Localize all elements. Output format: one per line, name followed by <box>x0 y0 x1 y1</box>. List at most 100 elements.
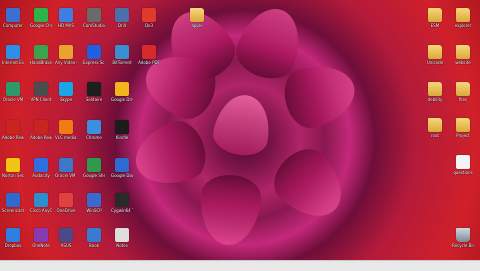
desktop-icon[interactable]: Oracle VM <box>2 82 24 102</box>
desktop-icon-label: VLC media player <box>55 135 77 140</box>
desktop-icon[interactable]: Adobe PDF <box>138 45 160 65</box>
desktop-icon-label: CamStudio Recorder <box>83 23 105 28</box>
desktop-icon-label: Computer <box>3 23 23 28</box>
app-icon <box>6 8 20 22</box>
desktop-icon-label: Any Video Converter <box>55 60 77 65</box>
desktop-icon[interactable]: OneNote <box>30 228 52 248</box>
folder-icon <box>428 118 442 132</box>
desktop-icon[interactable]: Google Drive <box>111 82 133 102</box>
app-icon <box>87 8 101 22</box>
desktop-icon[interactable]: Cisco AnyConnect <box>30 193 52 213</box>
desktop-icon-label: Screencast Desktop <box>2 208 24 213</box>
flower-petal <box>197 172 263 248</box>
desktop-icon[interactable]: Notes <box>111 228 133 248</box>
app-icon <box>59 158 73 172</box>
desktop-icon[interactable]: Chrome <box>83 120 105 140</box>
app-icon <box>34 193 48 207</box>
app-icon <box>6 158 20 172</box>
desktop-icon[interactable]: Internet Explorer <box>2 45 24 65</box>
app-icon <box>59 45 73 59</box>
folder-icon <box>456 118 470 132</box>
desktop-icon[interactable]: HandBrake YouTube <box>30 45 52 65</box>
desktop-icon[interactable]: Dropbox <box>2 228 24 248</box>
app-icon <box>87 193 101 207</box>
recycle-bin-icon <box>456 228 470 242</box>
desktop-icon-label: Kindle <box>115 135 129 140</box>
desktop-icon-label: WinSCP <box>86 208 102 213</box>
desktop-icon[interactable]: Unicode <box>424 45 446 65</box>
desktop-icon[interactable]: Do3 <box>138 8 160 28</box>
desktop-icon[interactable]: apple <box>186 8 208 28</box>
desktop-icon[interactable]: files <box>452 82 474 102</box>
app-icon <box>6 120 20 134</box>
app-icon <box>34 45 48 59</box>
desktop-icon[interactable]: root <box>424 118 446 138</box>
desktop-icon[interactable]: Computer <box>2 8 24 28</box>
taskbar <box>0 260 480 271</box>
desktop-icon[interactable]: Express Scribe <box>83 45 105 65</box>
desktop-icon[interactable]: Drill <box>111 8 133 28</box>
app-icon <box>6 45 20 59</box>
desktop-icon[interactable]: Google Sheets <box>83 158 105 178</box>
desktop-icon[interactable]: debility <box>424 82 446 102</box>
app-icon <box>87 82 101 96</box>
app-icon <box>34 120 48 134</box>
desktop-icon-label: Chrome <box>86 135 102 140</box>
desktop-icon-label: Recycle Bin <box>452 243 474 248</box>
desktop-icon[interactable]: Audacity <box>30 158 52 178</box>
desktop-icon-label: Unicode <box>426 60 444 65</box>
desktop-icon-label: Adobe Reader <box>2 135 24 140</box>
desktop-icon-label: ESM <box>430 23 440 28</box>
desktop-icon-label: Do3 <box>144 23 154 28</box>
desktop-icon[interactable]: questions <box>452 155 474 175</box>
flower-petal <box>126 114 214 196</box>
app-icon <box>87 158 101 172</box>
desktop-icon[interactable]: explorer <box>452 8 474 28</box>
desktop-icon[interactable]: VPN Client <box>30 82 52 102</box>
desktop-icon[interactable]: Project <box>452 118 474 138</box>
desktop-icon[interactable]: Adobe Reader XI <box>30 120 52 140</box>
desktop-icon[interactable]: HD MVS <box>55 8 77 28</box>
desktop-icon[interactable]: Kindle <box>111 120 133 140</box>
desktop-icon-label: OneNote <box>32 243 50 248</box>
desktop-icon-label: Internet Explorer <box>2 60 24 65</box>
desktop-icon-label: OneDrive <box>56 208 76 213</box>
desktop-icon[interactable]: Google Chrome <box>30 8 52 28</box>
desktop-icon-label: Google Chrome <box>30 23 52 28</box>
desktop-icon[interactable]: Norton Security <box>2 158 24 178</box>
desktop-icon-label: Adobe PDF <box>138 60 160 65</box>
desktop-icon[interactable]: ESM <box>424 8 446 28</box>
desktop-icon[interactable]: WinSCP <box>83 193 105 213</box>
desktop-icon[interactable]: BitTorrent <box>111 45 133 65</box>
folder-icon <box>456 45 470 59</box>
desktop-icon[interactable]: Google Docs <box>111 158 133 178</box>
desktop-icon-label: questions <box>453 170 473 175</box>
desktop-icon-label: Project <box>456 133 470 138</box>
desktop-icon[interactable]: Book <box>83 228 105 248</box>
desktop-icon[interactable]: Oracle VM VirtualBox <box>55 158 77 178</box>
desktop-icon-label: Express Scribe <box>83 60 105 65</box>
desktop-icon[interactable]: Solitaire <box>83 82 105 102</box>
app-icon <box>6 82 20 96</box>
app-icon <box>87 228 101 242</box>
app-icon <box>59 120 73 134</box>
desktop-icon-label: Notes <box>116 243 128 248</box>
desktop-icon-label: Audacity <box>32 173 50 178</box>
desktop-icon[interactable]: Recycle Bin <box>452 228 474 248</box>
desktop-icon[interactable]: Screencast Desktop <box>2 193 24 213</box>
desktop-icon[interactable]: ASUS <box>55 228 77 248</box>
desktop-icon-label: VPN Client <box>30 97 52 102</box>
desktop-icon[interactable]: VLC media player <box>55 120 77 140</box>
desktop-icon[interactable]: Any Video Converter <box>55 45 77 65</box>
desktop-icon[interactable]: website <box>452 45 474 65</box>
desktop-icon[interactable]: OneDrive <box>55 193 77 213</box>
flower-petal <box>210 90 275 160</box>
desktop-icon[interactable]: Skype <box>55 82 77 102</box>
desktop-icon[interactable]: Cygwin64 Terminal <box>111 193 133 213</box>
app-icon <box>6 228 20 242</box>
desktop-icon-label: Cisco AnyConnect <box>30 208 52 213</box>
app-icon <box>87 120 101 134</box>
desktop-icon[interactable]: CamStudio Recorder <box>83 8 105 28</box>
desktop-icon[interactable]: Adobe Reader <box>2 120 24 140</box>
desktop-icon-label: explorer <box>454 23 472 28</box>
